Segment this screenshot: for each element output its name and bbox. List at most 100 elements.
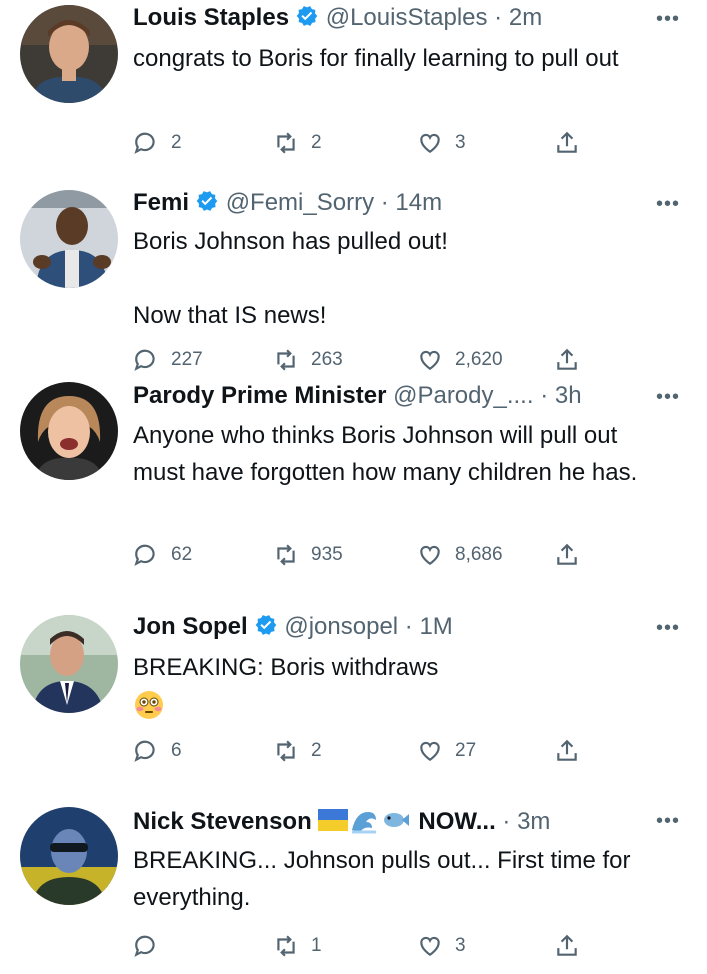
- tweet[interactable]: Parody Prime Minister @Parody_.... · 3h …: [0, 380, 707, 600]
- tweet-header: Parody Prime Minister @Parody_.... · 3h: [133, 381, 637, 411]
- avatar[interactable]: [20, 5, 118, 103]
- retweet-count: 263: [311, 349, 343, 370]
- retweet-icon: [277, 349, 295, 371]
- timestamp[interactable]: 3m: [517, 808, 550, 835]
- share-button[interactable]: [554, 127, 580, 159]
- more-icon[interactable]: •••: [651, 811, 685, 838]
- retweet-icon: [277, 132, 295, 154]
- tweet[interactable]: Louis Staples @LouisStaples · 2m ••• con…: [0, 0, 707, 185]
- retweet-button[interactable]: 2: [273, 127, 322, 159]
- share-icon: [557, 934, 577, 956]
- retweet-count: 2: [311, 740, 322, 761]
- fish-emoji: [383, 813, 409, 827]
- reply-icon: [134, 544, 155, 566]
- author-name[interactable]: Louis Staples: [133, 4, 289, 31]
- verified-badge-icon: [296, 6, 318, 26]
- flushed-face-emoji: [135, 691, 163, 719]
- separator: ·: [398, 613, 420, 640]
- author-name[interactable]: Jon Sopel: [133, 613, 248, 640]
- retweet-count: 935: [311, 544, 343, 565]
- tweet-actions: 2 2 3: [133, 127, 593, 159]
- like-count: 3: [455, 132, 466, 153]
- like-icon: [420, 350, 440, 370]
- avatar[interactable]: [20, 615, 118, 713]
- reply-count: 6: [171, 740, 182, 761]
- share-icon: [557, 348, 577, 370]
- tweet-header: Nick Stevenson NOW... · 3m: [133, 806, 637, 837]
- tweet[interactable]: Nick Stevenson NOW... · 3m ••• BREAKING.…: [0, 800, 707, 974]
- tweet-actions: 6 2 27: [133, 735, 593, 767]
- more-icon[interactable]: •••: [651, 618, 685, 645]
- timestamp[interactable]: 2m: [509, 4, 542, 31]
- retweet-icon: [277, 544, 295, 566]
- share-button[interactable]: [554, 344, 580, 376]
- like-icon: [420, 133, 440, 153]
- share-button[interactable]: [554, 539, 580, 571]
- reply-icon: [134, 349, 155, 371]
- reply-button[interactable]: [133, 930, 171, 962]
- like-count: 2,620: [455, 349, 503, 370]
- retweet-icon: [277, 740, 295, 762]
- like-button[interactable]: 27: [417, 735, 476, 767]
- retweet-button[interactable]: 1: [273, 930, 322, 962]
- like-button[interactable]: 3: [417, 127, 466, 159]
- author-handle[interactable]: @Femi_Sorry: [226, 189, 374, 216]
- tweet[interactable]: Femi @Femi_Sorry · 14m ••• Boris Johnson…: [0, 185, 707, 380]
- tweet[interactable]: Jon Sopel @jonsopel · 1M ••• BREAKING: B…: [0, 600, 707, 800]
- tweet-actions: 1 3: [133, 930, 593, 962]
- reply-button[interactable]: 227: [133, 344, 203, 376]
- retweet-button[interactable]: 935: [273, 539, 343, 571]
- like-button[interactable]: 3: [417, 930, 466, 962]
- like-button[interactable]: 8,686: [417, 539, 503, 571]
- tweet-header: Femi @Femi_Sorry · 14m: [133, 188, 637, 218]
- share-icon: [557, 543, 577, 565]
- like-count: 8,686: [455, 544, 503, 565]
- share-icon: [557, 739, 577, 761]
- retweet-button[interactable]: 2: [273, 735, 322, 767]
- author-name[interactable]: Nick Stevenson: [133, 808, 312, 835]
- author-name[interactable]: Parody Prime Minister: [133, 382, 386, 409]
- author-handle[interactable]: @LouisStaples: [326, 4, 488, 31]
- reply-button[interactable]: 6: [133, 735, 182, 767]
- like-button[interactable]: 2,620: [417, 344, 503, 376]
- reply-count: 62: [171, 544, 193, 565]
- tweet-header: Louis Staples @LouisStaples · 2m: [133, 3, 637, 33]
- avatar[interactable]: [20, 190, 118, 288]
- reply-icon: [134, 935, 155, 957]
- separator: ·: [495, 808, 518, 835]
- more-icon[interactable]: •••: [651, 9, 685, 36]
- retweet-button[interactable]: 263: [273, 344, 343, 376]
- more-icon[interactable]: •••: [651, 194, 685, 221]
- avatar[interactable]: [20, 807, 118, 905]
- reply-button[interactable]: 62: [133, 539, 192, 571]
- verified-badge-icon: [196, 191, 218, 211]
- separator: ·: [533, 382, 555, 409]
- author-handle[interactable]: @jonsopel: [284, 613, 398, 640]
- share-button[interactable]: [554, 735, 580, 767]
- reply-button[interactable]: 2: [133, 127, 182, 159]
- author-name[interactable]: Femi: [133, 189, 189, 216]
- author-handle[interactable]: @Parody_....: [393, 382, 533, 409]
- ukraine-flag-emoji: [317, 809, 348, 831]
- author-name-suffix[interactable]: NOW...: [418, 808, 495, 835]
- avatar[interactable]: [20, 382, 118, 480]
- like-icon: [420, 545, 440, 565]
- like-count: 3: [455, 935, 466, 956]
- like-icon: [420, 936, 440, 956]
- timestamp[interactable]: 14m: [395, 189, 442, 216]
- more-icon[interactable]: •••: [651, 387, 685, 414]
- retweet-count: 1: [311, 935, 322, 956]
- timestamp[interactable]: 3h: [555, 382, 582, 409]
- reply-icon: [134, 132, 155, 154]
- verified-badge-icon: [255, 615, 276, 635]
- like-count: 27: [455, 740, 477, 761]
- tweet-actions: 62 935 8,686: [133, 539, 593, 571]
- tweet-text: BREAKING: Boris withdraws: [133, 654, 439, 681]
- tweet-text: Boris Johnson has pulled out! Now that I…: [133, 228, 448, 329]
- timestamp[interactable]: 1M: [419, 613, 452, 640]
- share-button[interactable]: [554, 930, 580, 962]
- retweet-count: 2: [311, 132, 322, 153]
- reply-count: 2: [171, 132, 182, 153]
- reply-icon: [134, 740, 155, 762]
- tweet-actions: 227 263 2,620: [133, 344, 593, 376]
